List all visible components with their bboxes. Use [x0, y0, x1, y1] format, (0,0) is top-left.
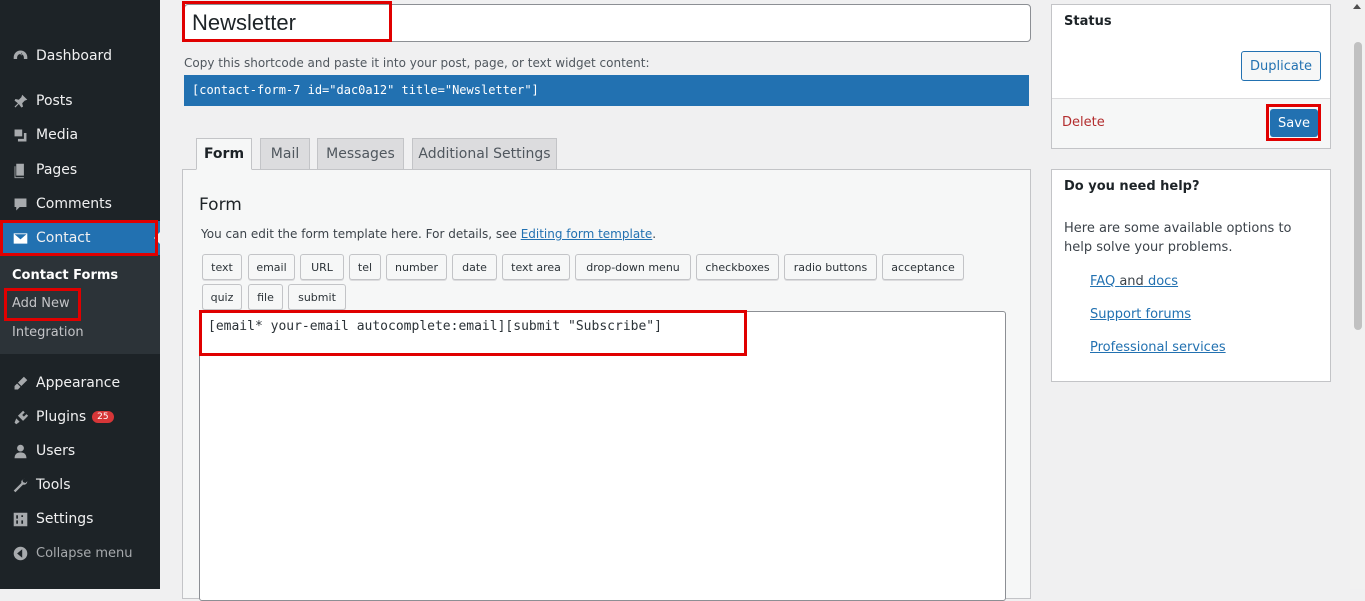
status-title: Status [1064, 14, 1112, 29]
tab-messages[interactable]: Messages [317, 138, 404, 170]
menu-posts[interactable]: Posts [0, 84, 160, 118]
settings-icon [10, 509, 30, 529]
menu-appearance-label: Appearance [36, 375, 121, 391]
tag-button-quiz[interactable]: quiz [202, 284, 242, 310]
collapse-menu-button[interactable]: Collapse menu [0, 536, 160, 570]
form-desc-text: You can edit the form template here. For… [201, 227, 521, 241]
tag-button-file[interactable]: file [248, 284, 283, 310]
menu-tools[interactable]: Tools [0, 468, 160, 502]
menu-pages-label: Pages [36, 162, 78, 178]
menu-media-label: Media [36, 127, 79, 143]
help-title: Do you need help? [1064, 179, 1200, 194]
highlight-save [1266, 104, 1321, 141]
pages-icon [10, 160, 30, 180]
menu-comments-label: Comments [36, 196, 112, 212]
and-text: and [1119, 274, 1144, 289]
collapse-icon [10, 543, 30, 563]
faq-docs-row: FAQ and docs [1090, 274, 1178, 289]
media-icon [10, 125, 30, 145]
plugins-update-badge: 25 [92, 411, 114, 423]
tag-button-email[interactable]: email [248, 254, 295, 280]
menu-posts-label: Posts [36, 93, 73, 109]
menu-plugins-label: Plugins [36, 409, 87, 425]
menu-plugins[interactable]: Plugins 25 [0, 400, 160, 434]
tab-form[interactable]: Form [196, 138, 252, 170]
tag-button-tel[interactable]: tel [349, 254, 381, 280]
scroll-up-arrow-icon[interactable] [1353, 4, 1361, 9]
collapse-menu-label: Collapse menu [36, 545, 133, 561]
tag-button-number[interactable]: number [386, 254, 447, 280]
tag-button-textarea[interactable]: text area [502, 254, 570, 280]
menu-appearance[interactable]: Appearance [0, 366, 160, 400]
submenu-integration[interactable]: Integration [12, 325, 84, 340]
tag-button-text[interactable]: text [202, 254, 242, 280]
tag-button-radio[interactable]: radio buttons [784, 254, 877, 280]
help-text: Here are some available options to help … [1064, 221, 1292, 255]
support-forums-link[interactable]: Support forums [1090, 307, 1191, 322]
tab-mail[interactable]: Mail [260, 138, 310, 170]
menu-settings[interactable]: Settings [0, 502, 160, 536]
editing-form-template-link[interactable]: Editing form template [521, 227, 653, 241]
menu-users-label: Users [36, 443, 76, 459]
menu-comments[interactable]: Comments [0, 187, 160, 221]
menu-pages[interactable]: Pages [0, 153, 160, 187]
wrench-icon [10, 475, 30, 495]
delete-link[interactable]: Delete [1062, 115, 1105, 130]
tab-additional-settings[interactable]: Additional Settings [412, 138, 557, 170]
menu-media[interactable]: Media [0, 118, 160, 152]
menu-dashboard[interactable]: Dashboard [0, 39, 160, 73]
highlight-title [182, 1, 392, 42]
duplicate-button[interactable]: Duplicate [1241, 51, 1321, 81]
shortcode-hint: Copy this shortcode and paste it into yo… [184, 56, 650, 70]
menu-settings-label: Settings [36, 511, 94, 527]
form-heading: Form [199, 195, 242, 215]
highlight-add-new [4, 288, 81, 321]
menu-dashboard-label: Dashboard [36, 48, 112, 64]
faq-link[interactable]: FAQ [1090, 274, 1115, 289]
scrollbar-thumb[interactable] [1354, 42, 1362, 330]
menu-tools-label: Tools [36, 477, 71, 493]
form-description: You can edit the form template here. For… [201, 227, 656, 241]
shortcode-field[interactable]: [contact-form-7 id="dac0a12" title="News… [184, 75, 1029, 106]
highlight-template [199, 310, 747, 356]
dashboard-icon [10, 46, 30, 66]
user-icon [10, 441, 30, 461]
tag-button-date[interactable]: date [452, 254, 497, 280]
professional-services-link[interactable]: Professional services [1090, 340, 1226, 355]
form-desc-suffix: . [652, 227, 657, 241]
pin-icon [10, 91, 30, 111]
plug-icon [10, 407, 30, 427]
comment-icon [10, 194, 30, 214]
tag-button-checkboxes[interactable]: checkboxes [696, 254, 779, 280]
tag-button-dropdown[interactable]: drop-down menu [575, 254, 691, 280]
submenu-contact-forms[interactable]: Contact Forms [12, 268, 118, 283]
menu-users[interactable]: Users [0, 434, 160, 468]
highlight-contact [0, 220, 158, 256]
tag-button-acceptance[interactable]: acceptance [882, 254, 964, 280]
tag-button-submit[interactable]: submit [288, 284, 346, 310]
docs-link[interactable]: docs [1148, 274, 1178, 289]
tag-button-url[interactable]: URL [300, 254, 344, 280]
brush-icon [10, 373, 30, 393]
